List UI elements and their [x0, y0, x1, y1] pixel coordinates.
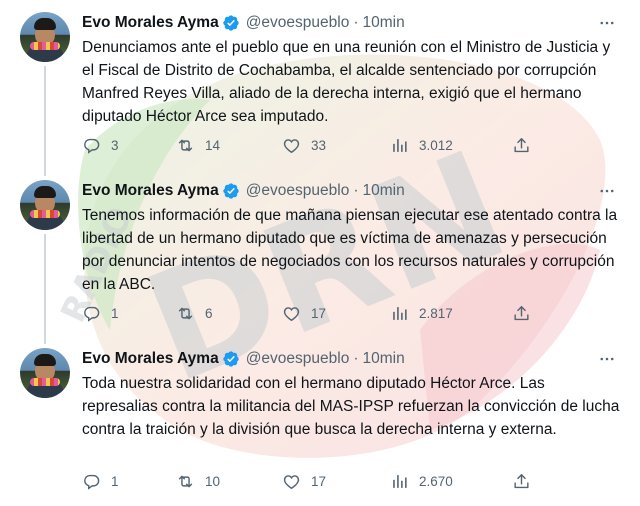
- like-button[interactable]: 33: [282, 136, 326, 155]
- timestamp[interactable]: 10min: [363, 182, 405, 200]
- reply-count: 3: [111, 137, 119, 153]
- tweet-text: Toda nuestra solidaridad con el hermano …: [82, 375, 620, 438]
- verified-badge-icon: [223, 183, 239, 199]
- more-options-icon[interactable]: [596, 349, 618, 369]
- author-handle[interactable]: @evoespueblo: [246, 14, 350, 32]
- retweet-icon: [178, 475, 193, 487]
- reply-count: 1: [111, 473, 119, 489]
- tweet-header: Evo Morales Ayma @evoespueblo · 10min: [82, 348, 405, 370]
- more-options-icon[interactable]: [596, 181, 618, 201]
- tweet-header: Evo Morales Ayma @evoespueblo · 10min: [82, 12, 405, 34]
- share-icon: [514, 473, 529, 488]
- retweet-count: 10: [205, 473, 221, 489]
- more-options-icon[interactable]: [596, 13, 618, 33]
- views-button[interactable]: 3.012: [390, 136, 453, 155]
- timestamp[interactable]: 10min: [363, 14, 405, 32]
- retweet-icon: [178, 139, 193, 151]
- share-icon: [514, 305, 529, 320]
- verified-badge-icon: [223, 15, 239, 31]
- author-name[interactable]: Evo Morales Ayma: [82, 350, 219, 368]
- reply-button[interactable]: 3: [82, 136, 119, 155]
- views-icon: [393, 138, 407, 152]
- like-button[interactable]: 17: [282, 472, 326, 491]
- tweet-actions: 1 6 17 2.817: [82, 302, 534, 324]
- separator-dot: ·: [353, 182, 359, 199]
- like-icon: [283, 138, 300, 153]
- share-icon: [514, 137, 529, 152]
- retweet-count: 6: [205, 305, 213, 321]
- share-button[interactable]: [512, 472, 531, 491]
- retweet-count: 14: [205, 137, 221, 153]
- views-count: 2.817: [419, 305, 453, 321]
- retweet-button[interactable]: 6: [176, 304, 213, 323]
- reply-icon: [84, 306, 100, 322]
- like-icon: [283, 306, 300, 321]
- retweet-button[interactable]: 14: [176, 136, 220, 155]
- like-count: 17: [311, 473, 327, 489]
- like-count: 33: [311, 137, 327, 153]
- timestamp[interactable]: 10min: [363, 350, 405, 368]
- author-name[interactable]: Evo Morales Ayma: [82, 14, 219, 32]
- retweet-icon: [178, 307, 193, 319]
- tweet-header: Evo Morales Ayma @evoespueblo · 10min: [82, 180, 405, 202]
- reply-button[interactable]: 1: [82, 304, 119, 323]
- author-handle[interactable]: @evoespueblo: [246, 182, 350, 200]
- like-icon: [283, 474, 300, 489]
- reply-icon: [84, 138, 100, 154]
- like-count: 17: [311, 305, 327, 321]
- avatar[interactable]: [20, 180, 70, 230]
- tweet-actions: 1 10 17 2.670: [82, 470, 534, 492]
- reply-icon: [84, 474, 100, 490]
- tweet-text: Tenemos información de que mañana piensa…: [82, 207, 618, 293]
- separator-dot: ·: [353, 14, 359, 31]
- tweet-actions: 3 14 33 3.012: [82, 134, 534, 156]
- avatar[interactable]: [20, 348, 70, 398]
- avatar[interactable]: [20, 12, 70, 62]
- views-count: 2.670: [419, 473, 453, 489]
- reply-button[interactable]: 1: [82, 472, 119, 491]
- tweet[interactable]: Evo Morales Ayma @evoespueblo · 10min De…: [0, 0, 640, 168]
- author-handle[interactable]: @evoespueblo: [246, 350, 350, 368]
- views-button[interactable]: 2.817: [390, 304, 453, 323]
- views-button[interactable]: 2.670: [390, 472, 453, 491]
- retweet-button[interactable]: 10: [176, 472, 220, 491]
- views-icon: [393, 474, 407, 488]
- tweet-thread: DRN RADIO Evo Morales Ayma @evoespueblo …: [0, 0, 640, 506]
- separator-dot: ·: [353, 350, 359, 367]
- views-count: 3.012: [419, 137, 453, 153]
- share-button[interactable]: [512, 304, 531, 323]
- author-name[interactable]: Evo Morales Ayma: [82, 182, 219, 200]
- reply-count: 1: [111, 305, 119, 321]
- verified-badge-icon: [223, 351, 239, 367]
- tweet[interactable]: Evo Morales Ayma @evoespueblo · 10min To…: [0, 336, 640, 506]
- share-button[interactable]: [512, 136, 531, 155]
- tweet[interactable]: Evo Morales Ayma @evoespueblo · 10min Te…: [0, 168, 640, 336]
- tweet-text: Denunciamos ante el pueblo que en una re…: [82, 39, 611, 125]
- like-button[interactable]: 17: [282, 304, 326, 323]
- views-icon: [393, 306, 407, 320]
